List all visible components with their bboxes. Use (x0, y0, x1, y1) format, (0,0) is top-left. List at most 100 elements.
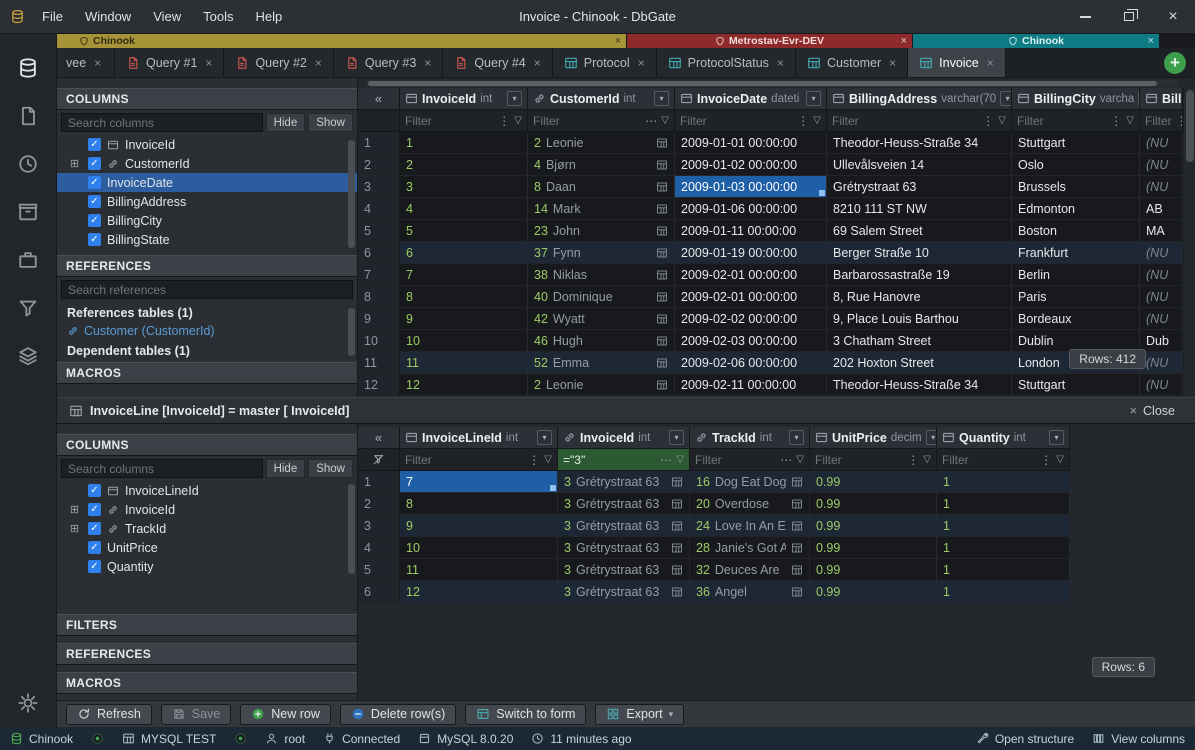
funnel-icon[interactable]: ▽ (544, 454, 552, 465)
tab-group-close-icon[interactable]: × (901, 35, 907, 47)
column-header-customerid[interactable]: CustomerIdint▾ (528, 88, 675, 110)
cell-trackid[interactable]: 28Janie's Got A (690, 537, 810, 559)
cell-invoicedate[interactable]: 2009-02-03 00:00:00 (675, 330, 827, 352)
checkbox[interactable]: ✓ (88, 541, 101, 554)
cell-billingcity[interactable]: Brussels (1012, 176, 1140, 198)
cell-invoiceid[interactable]: 6 (400, 242, 528, 264)
search-references-input[interactable] (61, 280, 353, 299)
funnel-icon[interactable]: ▽ (998, 115, 1006, 126)
checkbox[interactable]: ✓ (88, 157, 101, 170)
column-menu-button[interactable]: ▾ (507, 91, 522, 106)
tree-item-unitprice[interactable]: ✓UnitPrice (57, 538, 357, 557)
row-number[interactable]: 10 (358, 330, 400, 352)
checkbox[interactable]: ✓ (88, 560, 101, 573)
filter-input-customerid[interactable]: Filter⋯▽ (528, 110, 675, 132)
cell-billi[interactable]: MA (1140, 220, 1183, 242)
filter-menu-icon[interactable]: ⋮ (907, 453, 919, 467)
sidebar-history-button[interactable] (16, 152, 40, 176)
filter-input-billi[interactable]: Filter⋮▽ (1140, 110, 1183, 132)
cell-billingaddress[interactable]: 69 Salem Street (827, 220, 1012, 242)
row-number[interactable]: 4 (358, 198, 400, 220)
cell-customerid[interactable]: 2Leonie (528, 132, 675, 154)
tab-group-metrostav-evr-dev-2[interactable]: Metrostav-Evr-DEV× (627, 34, 913, 48)
cell-customerid[interactable]: 42Wyatt (528, 308, 675, 330)
filter-menu-icon[interactable]: ⋮ (1176, 114, 1183, 128)
expander-icon[interactable]: ⊞ (67, 522, 82, 535)
filter-input-unitprice[interactable]: Filter⋮▽ (810, 449, 937, 471)
close-tab-icon[interactable]: × (534, 56, 541, 70)
column-header-invoicedate[interactable]: InvoiceDatedateti▾ (675, 88, 827, 110)
cell-billingcity[interactable]: Bordeaux (1012, 308, 1140, 330)
tab-group-chinook-3[interactable]: Chinook× (913, 34, 1160, 48)
collapse-left-panel-button[interactable]: « (358, 427, 400, 449)
delete-row-s-button[interactable]: Delete row(s) (340, 704, 456, 725)
cell-invoiceid[interactable]: 3Grétrystraat 63 (558, 515, 690, 537)
refresh-button[interactable]: Refresh (66, 704, 152, 725)
status-view-columns[interactable]: View columns (1092, 732, 1185, 746)
cell-billingaddress[interactable]: 9, Place Louis Barthou (827, 308, 1012, 330)
clear-filters-button[interactable] (358, 449, 400, 471)
close-tab-icon[interactable]: × (205, 56, 212, 70)
collapse-left-panel-button[interactable]: « (358, 88, 400, 110)
panel-scrollbar-thumb[interactable] (348, 484, 355, 574)
cell-billingaddress[interactable]: Theodor-Heuss-Straße 34 (827, 374, 1012, 396)
cell-invoicedate[interactable]: 2009-01-01 00:00:00 (675, 132, 827, 154)
checkbox[interactable]: ✓ (88, 522, 101, 535)
tab-customer[interactable]: Customer× (796, 48, 908, 77)
funnel-icon[interactable]: ▽ (661, 115, 669, 126)
references-section-header[interactable]: REFERENCES (57, 643, 357, 665)
tab-protocolstatus[interactable]: ProtocolStatus× (657, 48, 796, 77)
column-header-invoicelineid[interactable]: InvoiceLineIdint▾ (400, 427, 558, 449)
cell-customerid[interactable]: 14Mark (528, 198, 675, 220)
checkbox[interactable]: ✓ (88, 503, 101, 516)
cell-invoicedate[interactable]: 2009-01-02 00:00:00 (675, 154, 827, 176)
filter-menu-icon[interactable]: ⋮ (498, 114, 510, 128)
cell-invoicedate[interactable]: 2009-02-01 00:00:00 (675, 286, 827, 308)
cell-billingcity[interactable]: Boston (1012, 220, 1140, 242)
cell-invoiceid[interactable]: 3Grétrystraat 63 (558, 581, 690, 603)
columns-section-header[interactable]: COLUMNS (57, 88, 357, 110)
tab-query-4[interactable]: Query #4× (443, 48, 552, 77)
cell-billingaddress[interactable]: 8, Rue Hanovre (827, 286, 1012, 308)
cell-billingcity[interactable]: Oslo (1012, 154, 1140, 176)
funnel-icon[interactable]: ▽ (1056, 454, 1064, 465)
sidebar-settings-button[interactable] (16, 691, 40, 715)
macros-section-header[interactable]: MACROS (57, 672, 357, 694)
cell-billingcity[interactable]: Frankfurt (1012, 242, 1140, 264)
column-header-billi[interactable]: Billi▾ (1140, 88, 1183, 110)
tree-item-invoiceid[interactable]: ✓InvoiceId (57, 135, 357, 154)
tree-item-billingaddress[interactable]: ✓BillingAddress (57, 192, 357, 211)
filter-menu-icon[interactable]: ⋮ (1110, 114, 1122, 128)
column-header-unitprice[interactable]: UnitPricedecim▾ (810, 427, 937, 449)
cell-customerid[interactable]: 38Niklas (528, 264, 675, 286)
tree-item-billingstate[interactable]: ✓BillingState (57, 230, 357, 249)
cell-quantity[interactable]: 1 (937, 581, 1070, 603)
cell-invoiceid[interactable]: 3Grétrystraat 63 (558, 493, 690, 515)
column-menu-button[interactable]: ▾ (537, 430, 552, 445)
cell-invoiceid[interactable]: 1 (400, 132, 528, 154)
cell-quantity[interactable]: 1 (937, 471, 1070, 493)
show-columns-button[interactable]: Show (308, 113, 353, 132)
cell-billi[interactable]: (NU (1140, 264, 1183, 286)
cell-invoicedate[interactable]: 2009-02-01 00:00:00 (675, 264, 827, 286)
search-columns-input[interactable] (61, 113, 263, 132)
columns-section-header[interactable]: COLUMNS (57, 434, 357, 456)
close-tab-icon[interactable]: × (889, 56, 896, 70)
checkbox[interactable]: ✓ (88, 176, 101, 189)
filter-input-billingaddress[interactable]: Filter⋮▽ (827, 110, 1012, 132)
cell-billi[interactable]: (NU (1140, 286, 1183, 308)
column-menu-button[interactable]: ▾ (1000, 91, 1012, 106)
tree-item-billingcity[interactable]: ✓BillingCity (57, 211, 357, 230)
switch-to-form-button[interactable]: Switch to form (465, 704, 586, 725)
column-header-invoiceid[interactable]: InvoiceIdint▾ (400, 88, 528, 110)
cell-billingaddress[interactable]: 202 Hoxton Street (827, 352, 1012, 374)
cell-billi[interactable]: (NU (1140, 374, 1183, 396)
show-columns-button[interactable]: Show (308, 459, 353, 478)
row-number[interactable]: 6 (358, 242, 400, 264)
cell-customerid[interactable]: 8Daan (528, 176, 675, 198)
column-menu-button[interactable]: ▾ (806, 91, 821, 106)
cell-trackid[interactable]: 32Deuces Are (690, 559, 810, 581)
cell-billi[interactable]: AB (1140, 198, 1183, 220)
cell-billi[interactable]: (NU (1140, 176, 1183, 198)
tab-invoice[interactable]: Invoice× (908, 48, 1006, 77)
